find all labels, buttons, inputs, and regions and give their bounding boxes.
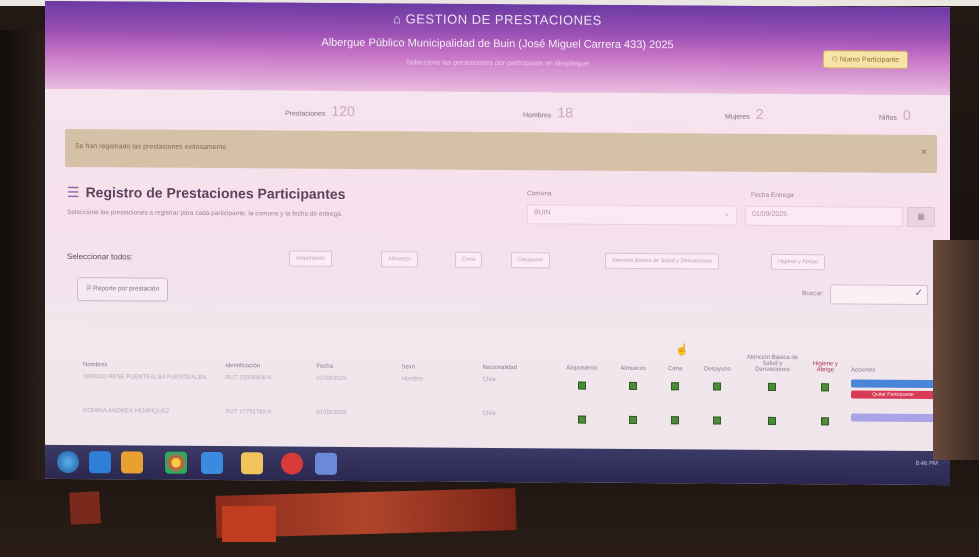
col-nacionalidad: Nacionalidad xyxy=(482,364,518,372)
search-label: Buscar: xyxy=(801,290,824,298)
checkbox-desayuno[interactable] xyxy=(713,416,722,425)
checkbox-desayuno[interactable] xyxy=(713,382,722,391)
calendar-icon: ▦ xyxy=(917,211,925,221)
section-title: ☰ Registro de Prestaciones Participantes xyxy=(67,183,346,202)
table-header-row: Nombres Identificación Fecha Sexo Nacion… xyxy=(79,326,939,376)
col-higiene: Higiene y Abrigo xyxy=(812,361,838,374)
fecha-label: Fecha Entrega xyxy=(751,191,794,200)
search-input[interactable]: ✓ xyxy=(830,284,928,306)
cell-nacionalidad: Chile xyxy=(482,410,497,417)
check-icon: ✓ xyxy=(914,287,923,299)
comuna-select[interactable]: BUIN ⌄ xyxy=(527,204,737,226)
screen: ⌂ GESTION DE PRESTACIONES Albergue Públi… xyxy=(45,0,950,486)
calendar-button[interactable]: ▦ xyxy=(907,206,935,228)
list-icon: ☰ xyxy=(67,183,80,201)
col-identificacion: Identificación xyxy=(225,363,261,370)
checkbox-higiene[interactable] xyxy=(821,383,830,392)
report-button[interactable]: 🗎 Reporte por prestación xyxy=(77,277,169,302)
checkbox-atencion[interactable] xyxy=(768,416,777,425)
monitor-bezel-left xyxy=(0,30,46,480)
cell-nombre: ROMINA ANDREA HENRIQUEZ xyxy=(83,408,170,415)
app-icon[interactable] xyxy=(315,452,337,475)
cell-id: RUT 17751783-K xyxy=(225,409,272,416)
checkbox-alojamiento[interactable] xyxy=(577,381,586,390)
home-icon: ⌂ xyxy=(393,11,406,27)
new-participant-button[interactable]: ⚇ Nuevo Participante xyxy=(822,50,908,69)
red-object xyxy=(222,506,276,542)
cell-fecha: 01/09/2025 xyxy=(316,375,347,382)
internet-explorer-icon[interactable] xyxy=(89,451,111,474)
start-button-icon[interactable] xyxy=(57,450,79,474)
checkbox-alojamiento[interactable] xyxy=(577,415,586,424)
select-all-higiene[interactable]: Higiene y Abrigo xyxy=(771,253,826,271)
cell-nombre: SERGIO RENE FUENTEALBA FUENTEALBA xyxy=(83,374,207,381)
stats-bar: Prestaciones 120 Hombres 18 Mujeres 2 Niños… xyxy=(45,89,950,135)
close-icon[interactable]: × xyxy=(921,147,927,158)
col-almuerzo: Almuerzo xyxy=(620,365,646,373)
checkbox-atencion[interactable] xyxy=(768,382,777,391)
stat-ninos: Niños 0 xyxy=(879,106,911,123)
monitor-bezel-right xyxy=(933,240,979,460)
red-object xyxy=(69,491,101,525)
media-player-icon[interactable] xyxy=(121,451,143,474)
col-fecha: Fecha xyxy=(316,363,334,370)
edit-button[interactable] xyxy=(851,379,935,389)
checkbox-higiene[interactable] xyxy=(821,417,830,426)
col-sexo: Sexo xyxy=(401,364,416,371)
select-all-alojamiento[interactable]: Alojamiento xyxy=(289,250,332,267)
select-all-atencion[interactable]: Atención Básica de Salud y Derivaciones xyxy=(605,252,720,270)
taskbar-clock: 8:46 PM xyxy=(915,460,938,468)
page-subtitle: Albergue Público Municipalidad de Buin (… xyxy=(321,36,674,52)
remove-participant-button[interactable]: Quitar Participante xyxy=(851,390,935,400)
cell-nacionalidad: Chile xyxy=(482,376,497,383)
cell-sexo xyxy=(398,406,479,441)
cell-id: RUT 15838908-K xyxy=(225,375,272,382)
participants-table: Nombres Identificación Fecha Sexo Nacion… xyxy=(79,326,939,444)
alert-message: Se han registrado las prestaciones exito… xyxy=(75,143,227,152)
folder-icon[interactable] xyxy=(241,452,263,475)
cell-sexo: Hombre xyxy=(401,376,423,383)
col-nombres: Nombres xyxy=(83,362,108,369)
col-acciones: Acciones xyxy=(851,367,876,374)
col-atencion: Atención Básica de Salud y Derivaciones xyxy=(746,354,799,374)
select-all-cena[interactable]: Cena xyxy=(455,251,483,268)
windows-taskbar: 8:46 PM xyxy=(45,444,950,486)
stat-mujeres: Mujeres 2 xyxy=(725,105,764,122)
stat-hombres: Hombres 18 xyxy=(523,104,573,121)
checkbox-almuerzo[interactable] xyxy=(629,381,638,390)
cell-fecha: 01/09/2025 xyxy=(316,409,347,416)
select-all-row: Seleccionar todos: Alojamiento Almuerzo … xyxy=(67,245,927,277)
opera-icon[interactable] xyxy=(281,452,303,475)
fecha-input[interactable]: 01/09/2025 xyxy=(745,205,903,227)
col-desayuno: Desayuno xyxy=(703,366,731,373)
comuna-label: Comuna xyxy=(527,190,552,198)
section-description: Seleccione las prestaciones a registrar … xyxy=(67,208,343,218)
table-row: ROMINA ANDREA HENRIQUEZ RUT 17751783-K 0… xyxy=(79,404,939,444)
document-icon: 🗎 xyxy=(86,285,94,293)
col-alojamiento: Alojamiento xyxy=(566,365,598,372)
app-header: ⌂ GESTION DE PRESTACIONES Albergue Públi… xyxy=(45,0,950,96)
checkbox-cena[interactable] xyxy=(671,382,680,391)
col-cena: Cena xyxy=(668,366,683,373)
select-all-almuerzo[interactable]: Almuerzo xyxy=(381,251,419,268)
chevron-down-icon: ⌄ xyxy=(724,210,730,218)
action-button[interactable] xyxy=(851,413,935,423)
success-alert: Se han registrado las prestaciones exito… xyxy=(65,128,937,174)
photo-frame: ⌂ GESTION DE PRESTACIONES Albergue Públi… xyxy=(0,0,979,557)
select-all-desayuno[interactable]: Desayuno xyxy=(511,252,550,269)
chrome-icon[interactable] xyxy=(165,451,187,474)
edge-icon[interactable] xyxy=(201,451,223,475)
checkbox-almuerzo[interactable] xyxy=(629,415,638,424)
add-user-icon: ⚇ xyxy=(831,56,840,64)
page-tagline: Seleccione las prestaciones por particip… xyxy=(406,59,589,68)
select-all-label: Seleccionar todos: xyxy=(67,251,133,262)
page-title: ⌂ GESTION DE PRESTACIONES xyxy=(393,11,602,28)
stat-prestaciones: Prestaciones 120 xyxy=(285,102,355,120)
checkbox-cena[interactable] xyxy=(671,416,680,425)
